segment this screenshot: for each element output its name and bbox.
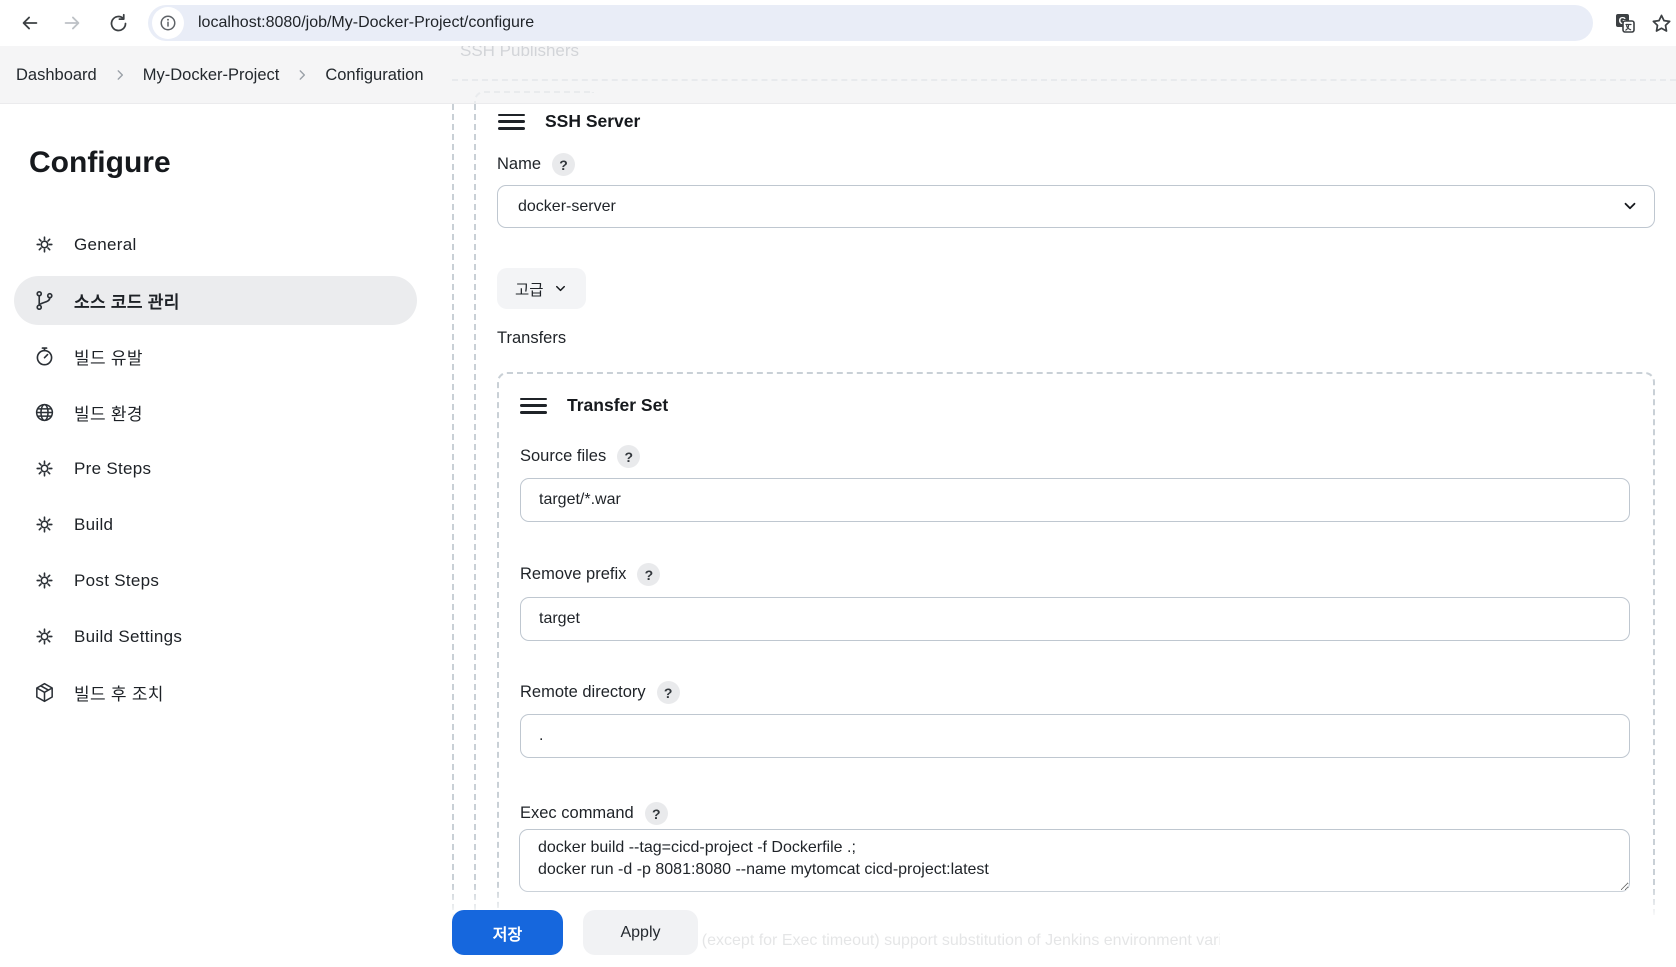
sidebar-item-post-steps[interactable]: Post Steps xyxy=(14,556,417,605)
help-icon[interactable]: ? xyxy=(617,445,641,468)
transfer-set-header: Transfer Set xyxy=(520,395,668,416)
sidebar-item-label: 빌드 환경 xyxy=(74,405,143,424)
remove-prefix-input[interactable] xyxy=(520,597,1630,641)
globe-icon xyxy=(32,401,56,425)
transfers-label: Transfers xyxy=(497,329,567,347)
bookmark-star-icon[interactable] xyxy=(1646,8,1676,38)
back-arrow-icon[interactable] xyxy=(15,8,45,38)
sidebar-item-label: Post Steps xyxy=(74,570,160,590)
gear-icon xyxy=(32,513,56,537)
sidebar-item-general[interactable]: General xyxy=(14,220,417,269)
transfer-set-title: Transfer Set xyxy=(567,395,669,415)
git-branch-icon xyxy=(32,289,56,313)
breadcrumb-item-my-docker-project[interactable]: My-Docker-Project xyxy=(141,64,282,87)
ghost-dashed-border-outer xyxy=(452,79,1676,81)
gear-icon xyxy=(32,569,56,593)
sidebar-item-label: Build xyxy=(74,514,114,534)
sidebar-item-build-settings[interactable]: Build Settings xyxy=(14,612,417,661)
gear-icon xyxy=(32,625,56,649)
save-button[interactable]: 저장 xyxy=(452,910,563,955)
ghost-help-text: fields (except for Exec timeout) support… xyxy=(660,932,1220,949)
remote-directory-label: Remote directory? xyxy=(520,681,680,704)
chevron-right-icon xyxy=(295,68,309,82)
help-icon[interactable]: ? xyxy=(644,802,668,825)
gear-icon xyxy=(32,233,56,257)
reload-icon[interactable] xyxy=(103,8,133,38)
sidebar-item-빌드-유발[interactable]: 빌드 유발 xyxy=(14,332,417,381)
ghost-dashed-border-inner xyxy=(474,91,594,103)
exec-command-label: Exec command? xyxy=(520,802,668,825)
browser-toolbar: localhost:8080/job/My-Docker-Project/con… xyxy=(0,0,1676,46)
sidebar-item-pre-steps[interactable]: Pre Steps xyxy=(14,444,417,493)
inner-section-dashed-border xyxy=(474,104,476,940)
exec-command-input[interactable]: docker build --tag=cicd-project -f Docke… xyxy=(519,829,1630,892)
sidebar-item-label: Build Settings xyxy=(74,626,183,646)
remote-directory-input[interactable] xyxy=(520,714,1630,758)
help-icon[interactable]: ? xyxy=(552,153,576,176)
url-text: localhost:8080/job/My-Docker-Project/con… xyxy=(198,14,535,31)
jenkins-configure-page: localhost:8080/job/My-Docker-Project/con… xyxy=(0,0,1676,967)
remove-prefix-label: Remove prefix? xyxy=(520,563,661,586)
forward-arrow-icon[interactable] xyxy=(57,8,87,38)
breadcrumb: Dashboard My-Docker-Project Configuration xyxy=(14,46,426,103)
sidebar-item-build[interactable]: Build xyxy=(14,500,417,549)
config-nav: General 소스 코드 관리빌드 유발빌드 환경 Pre Steps Build P… xyxy=(14,220,417,717)
source-files-input[interactable] xyxy=(520,478,1630,522)
address-bar[interactable]: localhost:8080/job/My-Docker-Project/con… xyxy=(148,5,1593,41)
page-title: Configure xyxy=(29,146,171,179)
outer-section-dashed-border xyxy=(452,104,454,940)
advanced-button[interactable]: 고급 xyxy=(497,268,586,309)
breadcrumb-bar: SSH Publishers Dashboard My-Docker-Projec… xyxy=(0,46,1676,104)
source-files-label: Source files? xyxy=(520,445,641,468)
ssh-server-name-select-wrap: docker-server xyxy=(497,185,1655,228)
sidebar-item-label: General xyxy=(74,234,137,254)
help-icon[interactable]: ? xyxy=(637,563,661,586)
ssh-server-name-select[interactable]: docker-server xyxy=(497,185,1655,228)
apply-button[interactable]: Apply xyxy=(583,910,698,955)
site-info-icon[interactable] xyxy=(152,7,184,39)
breadcrumb-item-dashboard[interactable]: Dashboard xyxy=(14,64,99,87)
bottom-app-bar: fields (except for Exec timeout) support… xyxy=(0,885,1676,967)
sidebar-item-빌드-환경[interactable]: 빌드 환경 xyxy=(14,388,417,437)
sidebar-item-label: 빌드 유발 xyxy=(74,349,143,368)
name-field-label: Name ? xyxy=(497,153,576,176)
package-icon xyxy=(32,681,56,705)
breadcrumb-item-configuration: Configuration xyxy=(325,65,424,84)
gear-icon xyxy=(32,457,56,481)
chevron-down-icon xyxy=(555,285,565,292)
sidebar-item-빌드-후-조치[interactable]: 빌드 후 조치 xyxy=(14,668,417,717)
ssh-server-header: SSH Server xyxy=(498,111,640,132)
sidebar-item-label: Pre Steps xyxy=(74,458,152,478)
help-icon[interactable]: ? xyxy=(656,681,680,704)
sidebar-item-label: 소스 코드 관리 xyxy=(74,293,180,312)
stopwatch-icon xyxy=(32,345,56,369)
drag-handle-icon[interactable] xyxy=(520,397,547,414)
ssh-server-title: SSH Server xyxy=(545,111,641,131)
ghost-ssh-publishers-title: SSH Publishers xyxy=(460,46,580,60)
chevron-right-icon xyxy=(113,68,127,82)
drag-handle-icon[interactable] xyxy=(498,113,525,130)
sidebar-item-label: 빌드 후 조치 xyxy=(74,685,164,704)
sidebar-item-소스-코드-관리[interactable]: 소스 코드 관리 xyxy=(14,276,417,325)
translate-icon[interactable]: G xyxy=(1610,8,1640,38)
